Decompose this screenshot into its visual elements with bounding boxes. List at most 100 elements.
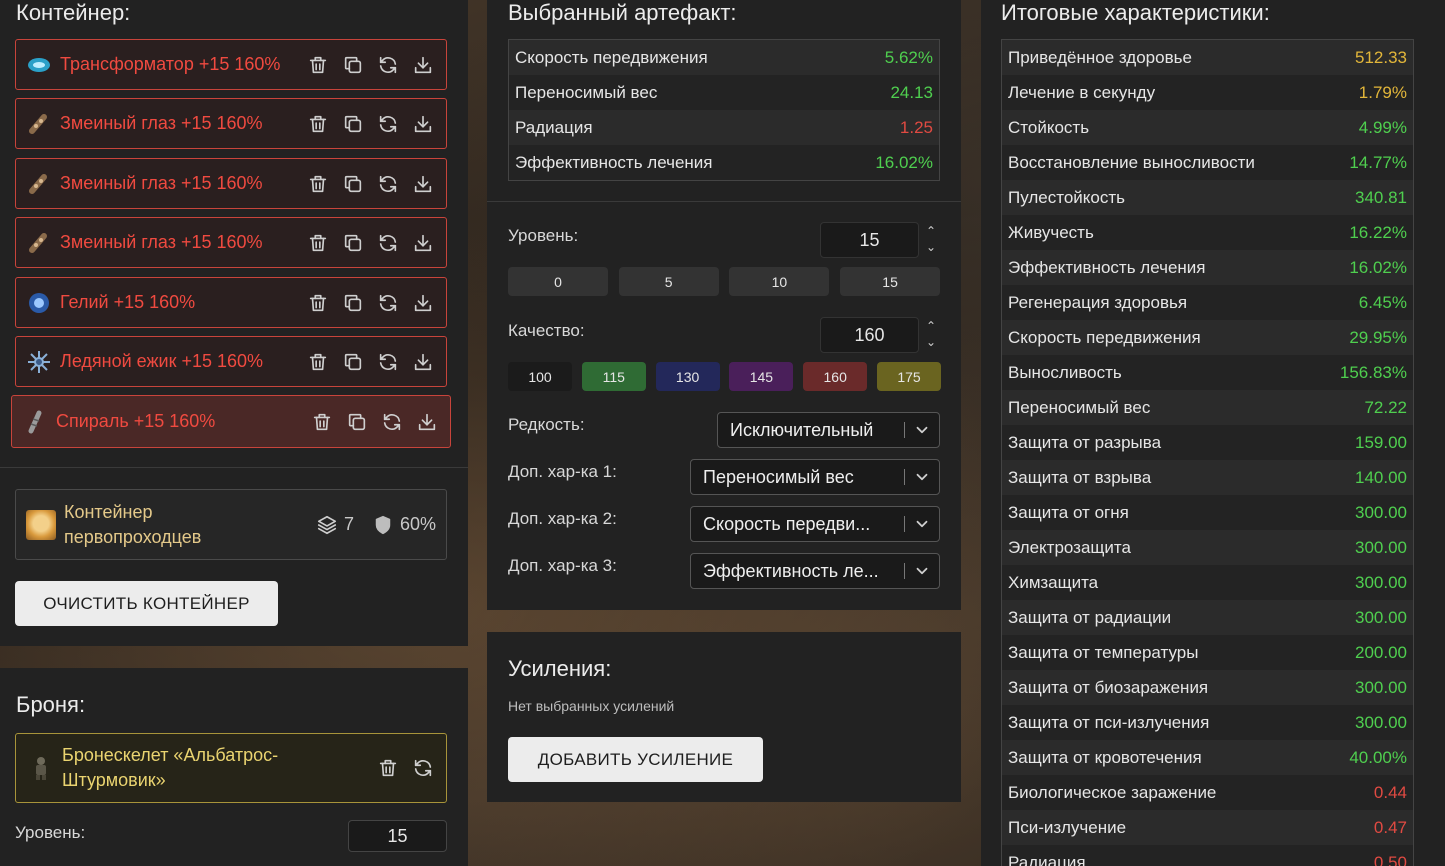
stat-row: Защита от огня 300.00 [1002,495,1413,530]
artifact-row[interactable]: Змеиный глаз +15 160% [15,158,447,209]
copy-icon[interactable] [342,351,364,373]
trash-icon[interactable] [307,351,329,373]
stat-row: Эффективность лечения 16.02% [509,145,939,180]
refresh-icon[interactable] [412,757,434,779]
quality-preset-chip[interactable]: 100 [508,362,572,391]
selected-artifact-panel: Выбранный артефакт: Скорость передвижени… [487,0,961,610]
armor-actions [377,757,434,779]
extra1-select[interactable]: Переносимый вес [690,459,940,495]
stat-label: Защита от взрыва [1008,467,1152,487]
trash-icon[interactable] [307,173,329,195]
quality-preset-chip[interactable]: 175 [877,362,941,391]
stat-row: Радиация 0.50 [1002,845,1413,866]
quality-label: Качество: [508,321,585,340]
copy-icon[interactable] [342,113,364,135]
level-input[interactable]: 15 [820,222,919,258]
artifact-row[interactable]: Трансформатор +15 160% [15,39,447,90]
download-icon[interactable] [412,232,434,254]
artifact-row[interactable]: Спираль +15 160% [11,395,451,448]
artifact-row[interactable]: Змеиный глаз +15 160% [15,217,447,268]
stat-value: 1.79% [1358,82,1407,102]
artifact-row[interactable]: Гелий +15 160% [15,277,447,328]
refresh-icon[interactable] [377,54,399,76]
artifact-actions [307,292,434,314]
chevron-down-icon [905,515,939,533]
trash-icon[interactable] [311,411,333,433]
container-card[interactable]: Контейнер первопроходцев 7 60% [15,489,447,560]
extra1-value: Переносимый вес [703,466,854,487]
refresh-icon[interactable] [377,173,399,195]
download-icon[interactable] [412,54,434,76]
copy-icon[interactable] [342,54,364,76]
trash-icon[interactable] [307,292,329,314]
download-icon[interactable] [412,173,434,195]
extra2-label: Доп. хар-ка 2: [508,509,617,528]
level-preset-chip[interactable]: 0 [508,267,608,296]
download-icon[interactable] [412,292,434,314]
quality-preset-chip[interactable]: 130 [655,362,720,391]
stat-label: Защита от разрыва [1008,432,1162,452]
download-icon[interactable] [412,113,434,135]
artifact-actions [307,351,434,373]
snake-eye-artifact-icon [26,111,52,137]
stat-row: Электрозащита 300.00 [1002,530,1413,565]
stat-label: Переносимый вес [515,82,658,102]
download-icon[interactable] [412,351,434,373]
stat-row: Защита от кровотечения 40.00% [1002,740,1413,775]
extra3-select[interactable]: Эффективность ле... [690,553,940,589]
stat-value: 16.02% [875,152,933,172]
refresh-icon[interactable] [377,292,399,314]
download-icon[interactable] [416,411,438,433]
quality-stepper-up-icon[interactable]: ⌃ [924,320,938,332]
stat-row: Переносимый вес 72.22 [1002,390,1413,425]
trash-icon[interactable] [307,54,329,76]
refresh-icon[interactable] [377,113,399,135]
level-stepper-up-icon[interactable]: ⌃ [924,225,938,237]
quality-preset-chip[interactable]: 115 [581,362,646,391]
stat-value: 0.50 [1373,852,1407,866]
armor-level-input[interactable]: 15 [348,820,447,852]
add-boost-button[interactable]: ДОБАВИТЬ УСИЛЕНИЕ [508,737,763,782]
stat-value: 6.45% [1358,292,1407,312]
snake-eye-artifact-icon [26,171,52,197]
artifact-actions [311,411,438,433]
extra2-select[interactable]: Скорость передви... [690,506,940,542]
chevron-down-icon [905,562,939,580]
quality-stepper-down-icon[interactable]: ⌄ [924,336,938,348]
level-preset-chip[interactable]: 15 [840,267,941,296]
divider [487,201,961,202]
stat-row: Выносливость 156.83% [1002,355,1413,390]
chevron-down-icon [905,468,939,486]
level-label: Уровень: [508,226,579,245]
level-preset-chip[interactable]: 10 [729,267,830,296]
quality-preset-chip[interactable]: 145 [729,362,794,391]
artifact-row[interactable]: Ледяной ежик +15 160% [15,336,447,387]
rarity-select[interactable]: Исключительный [717,412,940,448]
artifact-stats-table: Скорость передвижения 5.62% Переносимый ве… [508,39,940,181]
refresh-icon[interactable] [377,232,399,254]
extra3-value: Эффективность ле... [703,560,879,581]
copy-icon[interactable] [342,292,364,314]
level-stepper-down-icon[interactable]: ⌄ [924,241,938,253]
quality-input[interactable]: 160 [820,317,919,353]
quality-preset-chip[interactable]: 160 [803,362,868,391]
artifact-actions [307,173,434,195]
copy-icon[interactable] [342,173,364,195]
refresh-icon[interactable] [377,351,399,373]
stat-value: 159.00 [1355,432,1407,452]
trash-icon[interactable] [307,232,329,254]
refresh-icon[interactable] [381,411,403,433]
shield-icon [375,515,391,534]
container-panel: Контейнер: Трансформатор +15 160% Змеиный… [0,0,468,646]
trash-icon[interactable] [377,757,399,779]
stat-label: Пулестойкость [1008,187,1125,207]
stat-row: Химзащита 300.00 [1002,565,1413,600]
trash-icon[interactable] [307,113,329,135]
artifact-row[interactable]: Змеиный глаз +15 160% [15,98,447,149]
armor-card[interactable]: Бронескелет «Альбатрос-Штурмовик» [15,733,447,803]
armor-level-label: Уровень: [15,823,86,842]
clear-container-button[interactable]: ОЧИСТИТЬ КОНТЕЙНЕР [15,581,278,626]
copy-icon[interactable] [346,411,368,433]
level-preset-chip[interactable]: 5 [618,267,719,296]
copy-icon[interactable] [342,232,364,254]
